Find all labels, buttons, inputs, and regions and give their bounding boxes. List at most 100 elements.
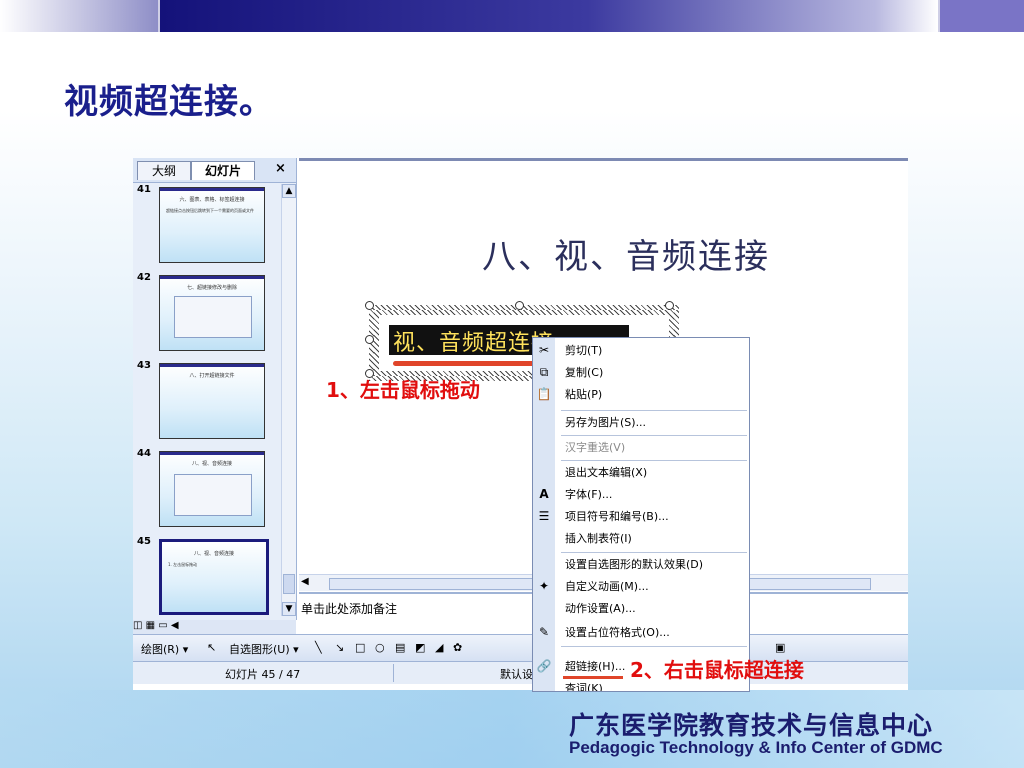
- tab-outline[interactable]: 大纲: [137, 161, 191, 180]
- menu-item-cut[interactable]: 剪切(T): [565, 340, 602, 362]
- thumb-bar: [160, 364, 264, 367]
- context-menu: ✂ 剪切(T) ⧉ 复制(C) 📋 粘贴(P) 另存为图片(S)... 汉字重选…: [532, 337, 750, 692]
- thumb-title: 八、打开超链接文件: [189, 373, 235, 379]
- slide-thumbnail[interactable]: 七、超链接修改与删除: [159, 275, 265, 351]
- resize-handle[interactable]: [365, 335, 374, 344]
- menu-item-paste[interactable]: 粘贴(P): [565, 384, 602, 406]
- thumb-title: 八、视、音频连接: [193, 551, 234, 557]
- slide-number: 41: [137, 184, 151, 195]
- slide-thumbnail[interactable]: 八、视、音频连接: [159, 451, 265, 527]
- paste-icon: 📋: [536, 387, 552, 401]
- thumb-title: 七、超链接修改与删除: [186, 285, 237, 291]
- slide-counter: 幻灯片 45 / 47: [225, 668, 301, 681]
- line-icon[interactable]: ╲: [315, 641, 322, 654]
- underline-mark: [393, 361, 543, 366]
- scroll-left-icon[interactable]: ◀: [301, 576, 309, 587]
- thumb-title: 六、图表、表格、标签超连接: [179, 197, 245, 203]
- menu-item-autoshape-default[interactable]: 设置自选图形的默认效果(D): [565, 554, 703, 576]
- thumb-text: 1. 左击鼠标拖动: [168, 562, 198, 567]
- header-bar-left: [0, 0, 158, 32]
- scroll-left-icon[interactable]: ◀: [171, 620, 179, 631]
- status-separator: [393, 664, 394, 682]
- 3d-style-icon[interactable]: ▣: [775, 641, 785, 654]
- menu-separator: [561, 552, 747, 553]
- thumbnail-list: 41 六、图表、表格、标签超连接 超链接点击按钮后跳转到下一个需要的页面或文件 …: [133, 184, 281, 616]
- design-name: 默认设: [500, 668, 533, 681]
- header-bar-right: [940, 0, 1024, 32]
- menu-item-insert-tab[interactable]: 插入制表符(I): [565, 528, 632, 550]
- resize-handle[interactable]: [665, 301, 674, 310]
- powerpoint-screenshot: 大纲 幻灯片 × 41 六、图表、表格、标签超连接 超链接点击按钮后跳转到下一个…: [133, 158, 908, 690]
- org-name-cn: 广东医学院教育技术与信息中心: [569, 711, 934, 740]
- bullets-icon: ☰: [538, 509, 550, 523]
- select-pointer-icon[interactable]: ↖: [207, 641, 216, 654]
- menu-item-font[interactable]: 字体(F)...: [565, 484, 612, 506]
- menu-item-save-as-picture[interactable]: 另存为图片(S)...: [565, 412, 646, 434]
- draw-menu-button[interactable]: 绘图(R) ▾: [141, 641, 188, 657]
- slide-thumbnail[interactable]: 六、图表、表格、标签超连接 超链接点击按钮后跳转到下一个需要的页面或文件: [159, 187, 265, 263]
- slides-panel: 大纲 幻灯片 × 41 六、图表、表格、标签超连接 超链接点击按钮后跳转到下一个…: [133, 158, 297, 634]
- font-icon: A: [539, 487, 549, 501]
- tab-slides[interactable]: 幻灯片: [191, 161, 255, 180]
- resize-handle[interactable]: [515, 301, 524, 310]
- normal-view-icon[interactable]: ◫: [133, 620, 142, 631]
- menu-item-action-settings[interactable]: 动作设置(A)...: [565, 598, 636, 620]
- clipart-icon[interactable]: ✿: [453, 641, 462, 654]
- copy-icon: ⧉: [539, 365, 549, 379]
- underline-mark: [563, 676, 623, 679]
- slide-thumbnail[interactable]: 八、打开超链接文件: [159, 363, 265, 439]
- thumb-bar: [160, 452, 264, 455]
- resize-handle[interactable]: [365, 301, 374, 310]
- menu-item-bullets[interactable]: 项目符号和编号(B)...: [565, 506, 669, 528]
- step2-annotation: 2、右击鼠标超连接: [630, 658, 804, 682]
- menu-separator: [561, 435, 747, 436]
- menu-item-lookup[interactable]: 查词(K): [565, 678, 603, 691]
- menu-separator: [561, 410, 747, 411]
- rectangle-icon[interactable]: □: [355, 641, 365, 654]
- format-icon: ✎: [538, 625, 550, 639]
- selected-text[interactable]: 视、音频超连接: [393, 325, 554, 357]
- menu-item-hyperlink[interactable]: 超链接(H)...: [565, 656, 625, 678]
- slide-number: 44: [137, 448, 151, 459]
- thumb-bar: [160, 188, 264, 191]
- menu-separator: [561, 646, 747, 647]
- hyperlink-icon: 🔗: [536, 659, 552, 673]
- oval-icon[interactable]: ○: [375, 641, 385, 654]
- textbox-icon[interactable]: ▤: [395, 641, 405, 654]
- slide-number: 43: [137, 360, 151, 371]
- autoshape-menu-button[interactable]: 自选图形(U) ▾: [229, 641, 299, 657]
- step1-annotation: 1、左击鼠标拖动: [326, 378, 480, 402]
- panel-tabs: 大纲 幻灯片 ×: [133, 158, 296, 183]
- slide-thumbnail-selected[interactable]: 八、视、音频连接 1. 左击鼠标拖动: [159, 539, 269, 615]
- page-title: 视频超连接。: [64, 82, 274, 122]
- thumb-bar: [160, 276, 264, 279]
- sorter-view-icon[interactable]: ▦: [146, 620, 155, 631]
- scroll-down-icon[interactable]: ▼: [282, 602, 296, 616]
- notes-placeholder[interactable]: 单击此处添加备注: [301, 600, 397, 617]
- thumb-title: 八、视、音频连接: [191, 461, 232, 467]
- diagram-icon[interactable]: ◢: [435, 641, 443, 654]
- menu-separator: [561, 460, 747, 461]
- arrow-icon[interactable]: ↘: [335, 641, 344, 654]
- menu-item-format-placeholder[interactable]: 设置占位符格式(O)...: [565, 622, 670, 644]
- thumbnail-scrollbar[interactable]: ▲ ▼: [281, 184, 296, 616]
- slideshow-view-icon[interactable]: ▭: [158, 620, 167, 631]
- thumb-screenshot: [174, 296, 252, 338]
- view-buttons: ◫ ▦ ▭ ◀: [133, 620, 296, 634]
- thumb-text: 超链接点击按钮后跳转到下一个需要的页面或文件: [166, 208, 254, 213]
- header-bar: [0, 0, 1024, 32]
- scroll-thumb[interactable]: [283, 574, 295, 594]
- close-icon[interactable]: ×: [275, 161, 286, 176]
- menu-item-reconvert: 汉字重选(V): [565, 441, 626, 454]
- scroll-up-icon[interactable]: ▲: [282, 184, 296, 198]
- menu-item-copy[interactable]: 复制(C): [565, 362, 603, 384]
- wordart-icon[interactable]: ◩: [415, 641, 425, 654]
- animation-icon: ✦: [538, 579, 550, 593]
- org-name-en: Pedagogic Technology & Info Center of GD…: [569, 738, 943, 757]
- slide-title[interactable]: 八、视、音频连接: [482, 229, 770, 278]
- scissors-icon: ✂: [538, 343, 550, 357]
- menu-item-custom-animation[interactable]: 自定义动画(M)...: [565, 576, 649, 598]
- header-bar-main: [160, 0, 938, 32]
- menu-item-exit-edit[interactable]: 退出文本编辑(X): [565, 462, 647, 484]
- thumb-screenshot: [174, 474, 252, 516]
